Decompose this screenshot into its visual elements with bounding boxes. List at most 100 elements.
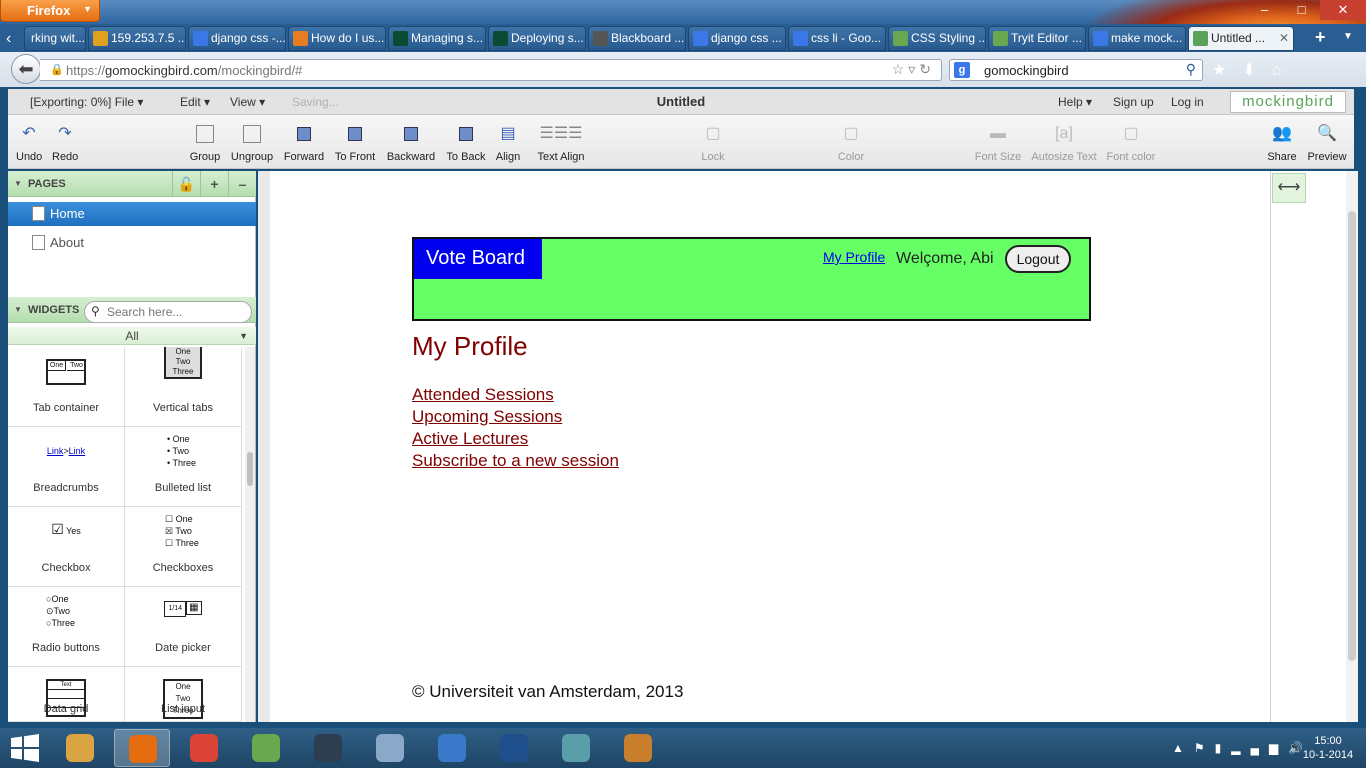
to-back-button[interactable]: To Back bbox=[444, 121, 488, 163]
autosize-text-button[interactable]: [a] Autosize Text bbox=[1029, 121, 1099, 163]
widget-radio-buttons[interactable]: ○One ⊙Two ○Three Radio buttons bbox=[8, 587, 125, 667]
mockup-link-upcoming[interactable]: Upcoming Sessions bbox=[412, 407, 562, 427]
add-page-button[interactable]: + bbox=[200, 171, 228, 197]
color-button[interactable]: ▢ Color bbox=[834, 121, 868, 163]
firefox-menu-button[interactable]: Firefox ▼ bbox=[0, 0, 100, 22]
browser-tab[interactable]: django css -... bbox=[188, 26, 286, 51]
widget-data-grid[interactable]: Text Data grid bbox=[8, 667, 125, 722]
url-bar[interactable]: 🔒 https://gomockingbird.com/mockingbird/… bbox=[40, 59, 942, 81]
new-tab-button[interactable]: + bbox=[1315, 27, 1326, 48]
home-icon[interactable]: ⌂ bbox=[1272, 62, 1298, 79]
help-menu[interactable]: Help ▾ bbox=[1058, 95, 1092, 109]
bookmark-star-icon[interactable]: ☆▿↻ bbox=[892, 61, 935, 78]
mockup-footer[interactable]: © Universiteit van Amsterdam, 2013 bbox=[412, 682, 683, 702]
share-button[interactable]: 👥 Share bbox=[1266, 121, 1298, 163]
group-button[interactable]: Group bbox=[188, 121, 222, 163]
taskbar-app-button[interactable] bbox=[114, 729, 170, 767]
minimize-button[interactable]: – bbox=[1246, 0, 1283, 20]
taskbar-app-button[interactable] bbox=[238, 729, 294, 767]
flag-icon[interactable]: ⚑ bbox=[1194, 741, 1215, 755]
tray-up-icon[interactable]: ▲ bbox=[1172, 741, 1194, 755]
browser-tab[interactable]: Tryit Editor ... bbox=[988, 26, 1086, 51]
browser-tab[interactable]: django css ... bbox=[688, 26, 786, 51]
undo-button[interactable]: ↶ Undo bbox=[16, 121, 42, 163]
taskbar-app-button[interactable] bbox=[52, 729, 108, 767]
mockup-brand[interactable]: Vote Board bbox=[414, 239, 542, 279]
unlock-icon[interactable]: 🔓 bbox=[172, 171, 200, 197]
backward-button[interactable]: Backward bbox=[384, 121, 438, 163]
taskbar-app-button[interactable] bbox=[610, 729, 666, 767]
widget-search[interactable]: ⚲ bbox=[84, 301, 252, 323]
page-item-home[interactable]: Home bbox=[8, 202, 256, 226]
tab-scroll-left-icon[interactable]: ‹ bbox=[6, 30, 11, 48]
lock-button[interactable]: ▢ Lock bbox=[698, 121, 728, 163]
widget-date-picker[interactable]: 1/14 ▦ Date picker bbox=[125, 587, 242, 667]
widget-tab-container[interactable]: One Two Tab container bbox=[8, 347, 125, 427]
page-item-about[interactable]: About bbox=[8, 231, 256, 255]
taskbar-app-button[interactable] bbox=[362, 729, 418, 767]
align-button[interactable]: ▤ Align bbox=[495, 121, 521, 163]
browser-tab[interactable]: How do I us... bbox=[288, 26, 386, 51]
widget-breadcrumbs[interactable]: Link>Link Breadcrumbs bbox=[8, 427, 125, 507]
back-button[interactable]: ⬅ bbox=[11, 54, 41, 84]
maximize-button[interactable]: □ bbox=[1283, 0, 1320, 20]
mockup-page[interactable]: Vote Board My Profile Welçome, Abi Logou… bbox=[270, 171, 1270, 722]
widget-filter-select[interactable]: All ▼ bbox=[8, 327, 256, 345]
download-icon[interactable]: ⬇ bbox=[1242, 62, 1271, 79]
browser-tab[interactable]: Deploying s... bbox=[488, 26, 586, 51]
preview-button[interactable]: 🔍 Preview bbox=[1306, 121, 1348, 163]
to-front-button[interactable]: To Front bbox=[334, 121, 376, 163]
mockup-page-title[interactable]: My Profile bbox=[412, 331, 528, 362]
font-size-button[interactable]: ▬ Font Size bbox=[972, 121, 1024, 163]
browser-tab[interactable]: Untitled ... ✕ bbox=[1188, 26, 1294, 51]
taskbar-app-button[interactable] bbox=[424, 729, 480, 767]
network-icon[interactable]: ▂▄▆ bbox=[1231, 741, 1288, 755]
taskbar-clock[interactable]: 15:00 10-1-2014 bbox=[1300, 734, 1356, 762]
mockup-welcome-text[interactable]: Welçome, Abi bbox=[896, 250, 994, 268]
widget-bulleted-list[interactable]: • One • Two • Three Bulleted list bbox=[125, 427, 242, 507]
pages-header[interactable]: ▼ PAGES 🔓 + – bbox=[8, 171, 256, 197]
battery-icon[interactable]: ▮ bbox=[1215, 741, 1232, 755]
taskbar-app-button[interactable] bbox=[548, 729, 604, 767]
widget-vertical-tabs[interactable]: One Two Three Vertical tabs bbox=[125, 347, 242, 427]
windows-start-icon[interactable] bbox=[10, 734, 40, 762]
ungroup-button[interactable]: Ungroup bbox=[230, 121, 274, 163]
tab-list-chevron-icon[interactable]: ▼ bbox=[1343, 31, 1353, 42]
browser-tab[interactable]: Blackboard ... bbox=[588, 26, 686, 51]
mockup-profile-link[interactable]: My Profile bbox=[823, 249, 885, 265]
mockup-link-active-lectures[interactable]: Active Lectures bbox=[412, 429, 528, 449]
signup-link[interactable]: Sign up bbox=[1113, 95, 1154, 109]
text-align-button[interactable]: ☰☰☰ Text Align bbox=[534, 121, 588, 163]
widget-list-input[interactable]: One Two Three List input bbox=[125, 667, 242, 722]
forward-button[interactable]: Forward bbox=[282, 121, 326, 163]
scrollbar-thumb[interactable] bbox=[1348, 211, 1356, 661]
close-window-button[interactable]: ✕ bbox=[1320, 0, 1366, 20]
mockup-logout-button[interactable]: Logout bbox=[1005, 245, 1071, 273]
taskbar-app-button[interactable] bbox=[300, 729, 356, 767]
taskbar-app-button[interactable] bbox=[486, 729, 542, 767]
font-color-button[interactable]: ▢ Font color bbox=[1105, 121, 1157, 163]
close-tab-icon[interactable]: ✕ bbox=[1279, 27, 1289, 50]
search-icon[interactable]: ⚲ bbox=[1186, 61, 1196, 78]
redo-button[interactable]: ↷ Redo bbox=[52, 121, 78, 163]
scrollbar-thumb[interactable] bbox=[247, 452, 253, 486]
browser-tab[interactable]: Managing s... bbox=[388, 26, 486, 51]
mockup-link-subscribe[interactable]: Subscribe to a new session bbox=[412, 451, 619, 471]
bookmarks-icon[interactable]: ★ bbox=[1212, 62, 1242, 79]
search-bar[interactable]: g gomockingbird ⚲ bbox=[949, 59, 1203, 81]
browser-tab[interactable]: rking wit... bbox=[24, 26, 86, 51]
mockup-link-attended[interactable]: Attended Sessions bbox=[412, 385, 554, 405]
widget-checkboxes[interactable]: ☐ One ☒ Two ☐ Three Checkboxes bbox=[125, 507, 242, 587]
taskbar-app-button[interactable] bbox=[176, 729, 232, 767]
browser-tab[interactable]: make mock... bbox=[1088, 26, 1186, 51]
browser-tab[interactable]: 159.253.7.5 ... bbox=[88, 26, 186, 51]
canvas-scrollbar[interactable] bbox=[1346, 171, 1358, 722]
expand-arrows-icon[interactable]: ⟷ bbox=[1272, 173, 1306, 203]
login-link[interactable]: Log in bbox=[1171, 95, 1204, 109]
browser-tab[interactable]: CSS Styling ... bbox=[888, 26, 986, 51]
browser-tab[interactable]: css li - Goo... bbox=[788, 26, 886, 51]
collapse-triangle-icon[interactable]: ▼ bbox=[14, 297, 22, 323]
widget-checkbox[interactable]: ☑ Yes Checkbox bbox=[8, 507, 125, 587]
url-text[interactable]: https://gomockingbird.com/mockingbird/# bbox=[66, 63, 302, 78]
widget-search-input[interactable] bbox=[107, 305, 247, 319]
